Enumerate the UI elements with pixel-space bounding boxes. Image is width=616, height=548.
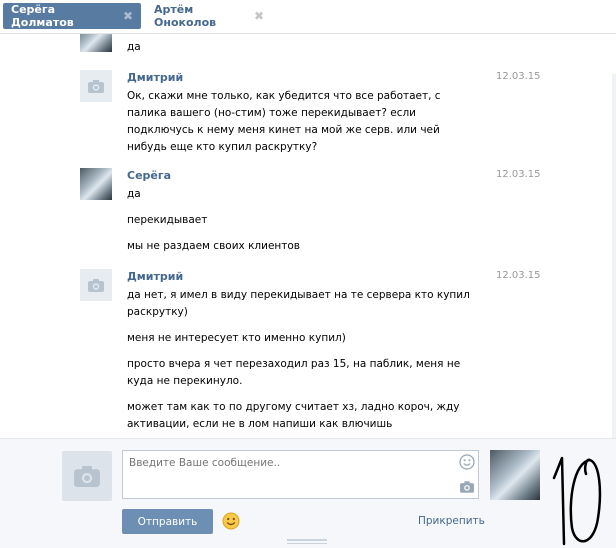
message-composer: Отправить Прикрепить xyxy=(0,438,616,548)
camera-icon[interactable] xyxy=(460,481,474,493)
message-text: да xyxy=(127,188,141,200)
message-history[interactable]: да Дмитрий 12.03.15 Ок, скажи мне только… xyxy=(0,34,616,438)
resize-handle[interactable] xyxy=(287,539,327,544)
tab-artem-onokolov[interactable]: Артём Оноколов ✖ xyxy=(146,3,272,29)
smile-icon[interactable] xyxy=(459,454,475,470)
avatar[interactable] xyxy=(80,34,112,52)
camera-icon xyxy=(88,79,104,93)
message-author[interactable]: Дмитрий xyxy=(127,71,183,84)
smile-icon[interactable] xyxy=(222,512,240,530)
tab-label: Серёга Долматов xyxy=(11,3,74,29)
message-author[interactable]: Серёга xyxy=(127,169,171,182)
dialog-tabs: Серёга Долматов ✖ Артём Оноколов ✖ xyxy=(0,0,616,34)
camera-icon xyxy=(74,465,100,487)
message-text: просто вчера я чет перезаходил раз 15, н… xyxy=(127,358,461,387)
avatar[interactable] xyxy=(80,168,112,200)
message-text: Ок, скажи мне только, как убедится что в… xyxy=(127,90,441,153)
message-date[interactable]: 12.03.15 xyxy=(496,169,541,180)
message-text: мы не раздаем своих клиентов xyxy=(127,240,300,252)
tab-label: Артём Оноколов xyxy=(154,3,217,29)
message-text: меня не интересует кто именно купил) xyxy=(127,332,346,344)
camera-icon xyxy=(88,278,104,292)
send-button[interactable]: Отправить xyxy=(122,509,213,534)
message-date[interactable]: 12.03.15 xyxy=(496,270,541,281)
message-text: перекидывает xyxy=(127,214,208,226)
peer-avatar[interactable] xyxy=(490,450,540,500)
message-input[interactable] xyxy=(122,450,479,499)
message-text: да нет, я имел в виду перекидывает на те… xyxy=(127,289,470,318)
close-icon[interactable]: ✖ xyxy=(123,10,133,22)
attach-link[interactable]: Прикрепить xyxy=(418,515,485,527)
close-icon[interactable]: ✖ xyxy=(254,10,264,22)
message-date[interactable]: 12.03.15 xyxy=(496,71,541,82)
handwritten-scrawl xyxy=(552,456,602,546)
scrollbar[interactable] xyxy=(612,74,616,438)
message-text: да xyxy=(127,41,141,53)
my-avatar[interactable] xyxy=(62,451,112,501)
message-author[interactable]: Дмитрий xyxy=(127,270,183,283)
message-text: может там как то по другому считает хз, … xyxy=(127,401,460,430)
message-field[interactable] xyxy=(129,457,449,469)
tab-sergey-dolmatov[interactable]: Серёга Долматов ✖ xyxy=(3,3,141,29)
avatar[interactable] xyxy=(80,70,112,102)
avatar[interactable] xyxy=(80,269,112,301)
